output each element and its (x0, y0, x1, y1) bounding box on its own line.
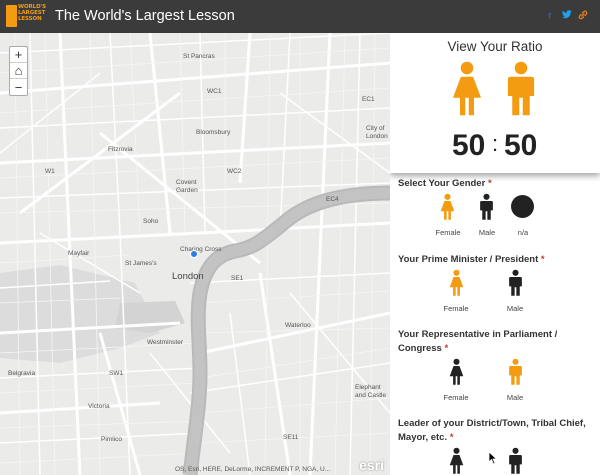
required-marker: * (487, 178, 492, 189)
ratio-female-value: 50 (452, 129, 486, 162)
map-label: EC1 (362, 96, 375, 103)
option-label: Female (435, 228, 461, 237)
map-label: Elephant and Castle (355, 384, 387, 399)
map-label: Charing Cross (180, 246, 222, 253)
ratio-male-value: 50 (504, 129, 538, 162)
map-zoom-controls: + ⌂ − (9, 46, 28, 96)
map-label: Soho (143, 218, 159, 225)
question-label: Your Prime Minister / President (398, 254, 539, 265)
question-label: Select Your Gender (398, 178, 486, 189)
zoom-in-button[interactable]: + (10, 47, 27, 63)
map-label: WC1 (207, 88, 222, 95)
link-icon[interactable] (578, 10, 588, 22)
map[interactable]: St Pancras WC1 EC1 Fitzrovia Bloomsbury … (0, 33, 390, 475)
map-label: EC4 (326, 196, 339, 203)
required-marker: * (540, 254, 545, 265)
female-icon (449, 61, 485, 117)
female-option-icon[interactable] (448, 358, 465, 386)
option-label: Female (443, 393, 469, 402)
question-label: Your Representative in Parliament / Cong… (398, 329, 558, 354)
map-label: SE11 (283, 434, 299, 441)
male-icon (503, 61, 539, 117)
location-marker[interactable] (190, 250, 198, 258)
map-label: Westminster (147, 339, 183, 346)
option-label: Female (443, 304, 469, 313)
map-label: Covent Garden (176, 179, 198, 194)
map-label: W1 (45, 168, 55, 175)
map-label: Bloomsbury (196, 129, 231, 136)
map-label: St James's (125, 260, 157, 267)
option-label: Male (506, 393, 524, 402)
map-label: Waterloo (285, 322, 311, 329)
ratio-separator: : (492, 131, 499, 156)
map-attribution: OS, Esri, HERE, DeLorme, INCREMENT P, NG… (175, 466, 331, 473)
male-option-icon[interactable] (507, 447, 524, 475)
male-option-icon[interactable] (507, 358, 524, 386)
option-label: Male (506, 304, 524, 313)
zoom-out-button[interactable]: − (10, 79, 27, 95)
map-label: Victoria (88, 403, 110, 410)
map-label-city: London (172, 271, 204, 282)
ratio-title: View Your Ratio (447, 39, 543, 54)
map-label: WC2 (227, 168, 242, 175)
question-local-leader: Leader of your District/Town, Tribal Chi… (398, 417, 594, 445)
app-title: The World's Largest Lesson (55, 8, 235, 24)
map-label: SE1 (231, 275, 244, 282)
male-option-icon[interactable] (507, 269, 524, 297)
map-label: SW1 (109, 370, 124, 377)
book-icon (6, 5, 17, 27)
map-label: City of London (366, 125, 388, 140)
home-button[interactable]: ⌂ (10, 63, 27, 79)
female-option-icon[interactable] (448, 447, 465, 475)
question-representative: Your Representative in Parliament / Cong… (398, 328, 594, 356)
na-option-icon[interactable] (511, 195, 534, 218)
female-option-icon[interactable] (439, 193, 456, 221)
esri-logo: esri (359, 457, 384, 473)
map-label: Belgravia (8, 370, 36, 377)
top-bar: WORLD'S LARGEST LESSON The World's Large… (0, 0, 600, 33)
side-panel: View Your Ratio 50 : 50 Select Your Gend… (390, 33, 600, 475)
male-option-icon[interactable] (478, 193, 495, 221)
ratio-card: View Your Ratio 50 : 50 (390, 33, 600, 173)
map-label: Fitzrovia (108, 146, 133, 153)
required-marker: * (444, 343, 449, 354)
question-gender: Select Your Gender * (398, 177, 594, 191)
female-option-icon[interactable] (448, 269, 465, 297)
option-label: Male (478, 228, 496, 237)
question-head-of-state: Your Prime Minister / President * (398, 253, 594, 267)
map-label: Pimlico (101, 436, 122, 443)
map-label: Mayfair (68, 250, 90, 257)
question-label: Leader of your District/Town, Tribal Chi… (398, 418, 586, 443)
required-marker: * (449, 432, 454, 443)
mouse-cursor-icon (488, 451, 498, 465)
facebook-icon[interactable]: f (548, 11, 551, 21)
logo[interactable]: WORLD'S LARGEST LESSON (6, 3, 46, 30)
map-label: St Pancras (183, 53, 215, 60)
logo-text: WORLD'S LARGEST LESSON (18, 4, 46, 23)
twitter-icon[interactable] (562, 10, 572, 21)
option-label: n/a (517, 228, 529, 237)
